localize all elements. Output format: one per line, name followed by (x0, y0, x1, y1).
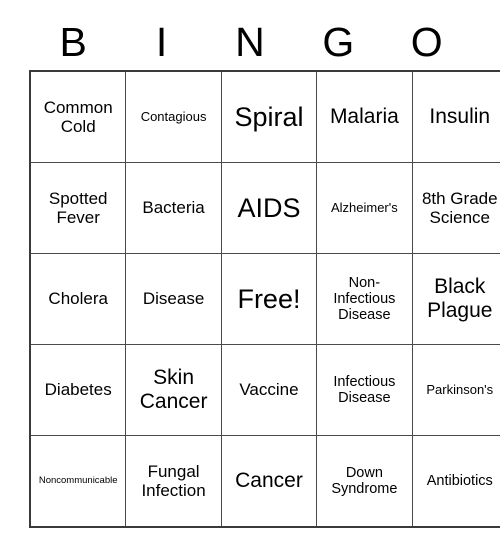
bingo-cell-g4[interactable]: Infectious Disease (316, 344, 413, 436)
bingo-header-letter-b: B (59, 18, 87, 65)
bingo-header-letter-n: N (235, 18, 265, 65)
bingo-cell-g2[interactable]: Alzheimer's (316, 162, 413, 254)
bingo-row: Cholera Disease Free! Non-Infectious Dis… (29, 253, 500, 345)
bingo-row: Diabetes Skin Cancer Vaccine Infectious … (29, 344, 500, 436)
bingo-cell-i4[interactable]: Skin Cancer (125, 344, 222, 436)
bingo-cell-i1[interactable]: Contagious (125, 70, 222, 163)
bingo-cell-o2[interactable]: 8th Grade Science (411, 162, 500, 254)
bingo-cell-n1[interactable]: Spiral (220, 70, 318, 163)
bingo-cell-n4[interactable]: Vaccine (220, 344, 318, 436)
bingo-cell-b2[interactable]: Spotted Fever (29, 162, 127, 254)
bingo-grid: Common Cold Contagious Spiral Malaria In… (29, 70, 500, 528)
bingo-cell-g3[interactable]: Non-Infectious Disease (316, 253, 413, 345)
bingo-cell-b3[interactable]: Cholera (29, 253, 127, 345)
bingo-row: Common Cold Contagious Spiral Malaria In… (29, 70, 500, 163)
bingo-cell-free-space[interactable]: Free! (220, 253, 318, 345)
bingo-cell-o1[interactable]: Insulin (411, 70, 500, 163)
bingo-cell-b4[interactable]: Diabetes (29, 344, 127, 436)
bingo-cell-g5[interactable]: Down Syndrome (316, 435, 413, 528)
bingo-cell-b5[interactable]: Noncommunicable (29, 435, 127, 528)
bingo-cell-o4[interactable]: Parkinson's (411, 344, 500, 436)
bingo-cell-i3[interactable]: Disease (125, 253, 222, 345)
bingo-header-row: B I N G O (29, 14, 471, 70)
bingo-cell-g1[interactable]: Malaria (316, 70, 413, 163)
bingo-cell-n5[interactable]: Cancer (220, 435, 318, 528)
bingo-cell-b1[interactable]: Common Cold (29, 70, 127, 163)
bingo-card: B I N G O Common Cold Contagious Spiral … (29, 14, 500, 528)
bingo-header-letter-o: O (410, 18, 443, 65)
bingo-header-letter-g: G (322, 18, 355, 65)
bingo-cell-i2[interactable]: Bacteria (125, 162, 222, 254)
bingo-row: Noncommunicable Fungal Infection Cancer … (29, 435, 500, 528)
bingo-row: Spotted Fever Bacteria AIDS Alzheimer's … (29, 162, 500, 254)
bingo-cell-o3[interactable]: Black Plague (411, 253, 500, 345)
bingo-header-letter-i: I (155, 18, 168, 65)
bingo-cell-o5[interactable]: Antibiotics (411, 435, 500, 528)
bingo-cell-i5[interactable]: Fungal Infection (125, 435, 222, 528)
bingo-cell-n2[interactable]: AIDS (220, 162, 318, 254)
